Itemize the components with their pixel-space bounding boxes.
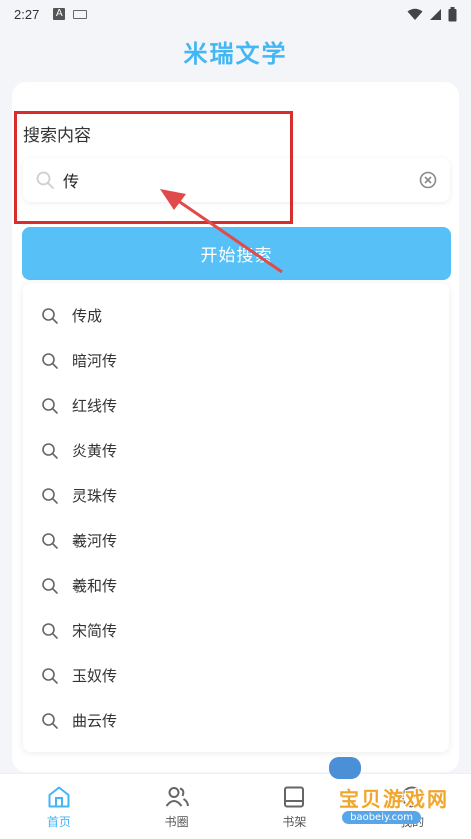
tab-circle[interactable]: 书圈	[118, 774, 236, 839]
wifi-icon	[407, 8, 423, 20]
tab-label: 我的	[400, 814, 425, 829]
list-item[interactable]: 红线传	[23, 383, 449, 428]
list-item-label: 灵珠传	[72, 487, 118, 505]
search-icon	[42, 352, 58, 369]
list-item-label: 玉奴传	[72, 667, 118, 685]
clear-icon[interactable]	[418, 170, 438, 190]
list-item-label: 传成	[72, 307, 103, 325]
keyboard-icon	[73, 9, 88, 19]
tab-profile[interactable]: 我的	[353, 774, 471, 839]
search-icon	[42, 487, 58, 504]
people-icon	[165, 786, 189, 807]
tab-label: 书架	[282, 814, 307, 829]
search-field[interactable]	[23, 158, 450, 202]
list-item-label: 红线传	[72, 397, 118, 415]
search-input[interactable]	[63, 170, 418, 190]
search-icon	[42, 442, 58, 459]
list-item-label: 宋简传	[72, 622, 118, 640]
search-icon	[42, 622, 58, 639]
search-icon	[42, 577, 58, 594]
search-section-label: 搜索内容	[23, 126, 91, 146]
battery-icon	[448, 6, 457, 21]
home-icon	[48, 786, 70, 807]
suggestion-list: 传成 暗河传 红线传 炎黄传 灵珠传 羲河传 羲和传 宋简传 玉奴传 曲云传	[23, 283, 449, 752]
list-item[interactable]: 传成	[23, 293, 449, 338]
list-item[interactable]: 曲云传	[23, 698, 449, 743]
status-time: 2:27	[14, 6, 40, 22]
signal-icon	[430, 8, 441, 20]
search-icon	[42, 712, 58, 729]
list-item[interactable]: 羲河传	[23, 518, 449, 563]
bookshelf-icon	[284, 786, 305, 807]
list-item[interactable]: 炎黄传	[23, 428, 449, 473]
list-item-label: 曲云传	[72, 712, 118, 730]
tab-label: 书圈	[164, 814, 189, 829]
status-bar: 2:27 A	[0, 0, 471, 28]
list-item-label: 羲河传	[72, 532, 118, 550]
a-notification-icon: A	[53, 8, 66, 20]
list-item-label: 暗河传	[72, 352, 118, 370]
start-search-button[interactable]: 开始搜索	[22, 227, 451, 280]
search-icon	[42, 307, 58, 324]
list-item[interactable]: 暗河传	[23, 338, 449, 383]
list-item[interactable]: 羲和传	[23, 563, 449, 608]
search-icon	[42, 397, 58, 414]
profile-icon	[401, 786, 423, 807]
search-icon	[36, 171, 54, 189]
list-item[interactable]: 灵珠传	[23, 473, 449, 518]
search-icon	[42, 667, 58, 684]
list-item-label: 炎黄传	[72, 442, 118, 460]
tab-bookshelf[interactable]: 书架	[236, 774, 354, 839]
list-item[interactable]: 玉奴传	[23, 653, 449, 698]
search-icon	[42, 532, 58, 549]
bottom-tab-bar: 首页 书圈 书架 我的	[0, 773, 471, 839]
list-item-label: 羲和传	[72, 577, 118, 595]
tab-home[interactable]: 首页	[0, 774, 118, 839]
list-item[interactable]: 宋简传	[23, 608, 449, 653]
tab-label: 首页	[46, 814, 71, 829]
app-title: 米瑞文学	[183, 40, 288, 68]
